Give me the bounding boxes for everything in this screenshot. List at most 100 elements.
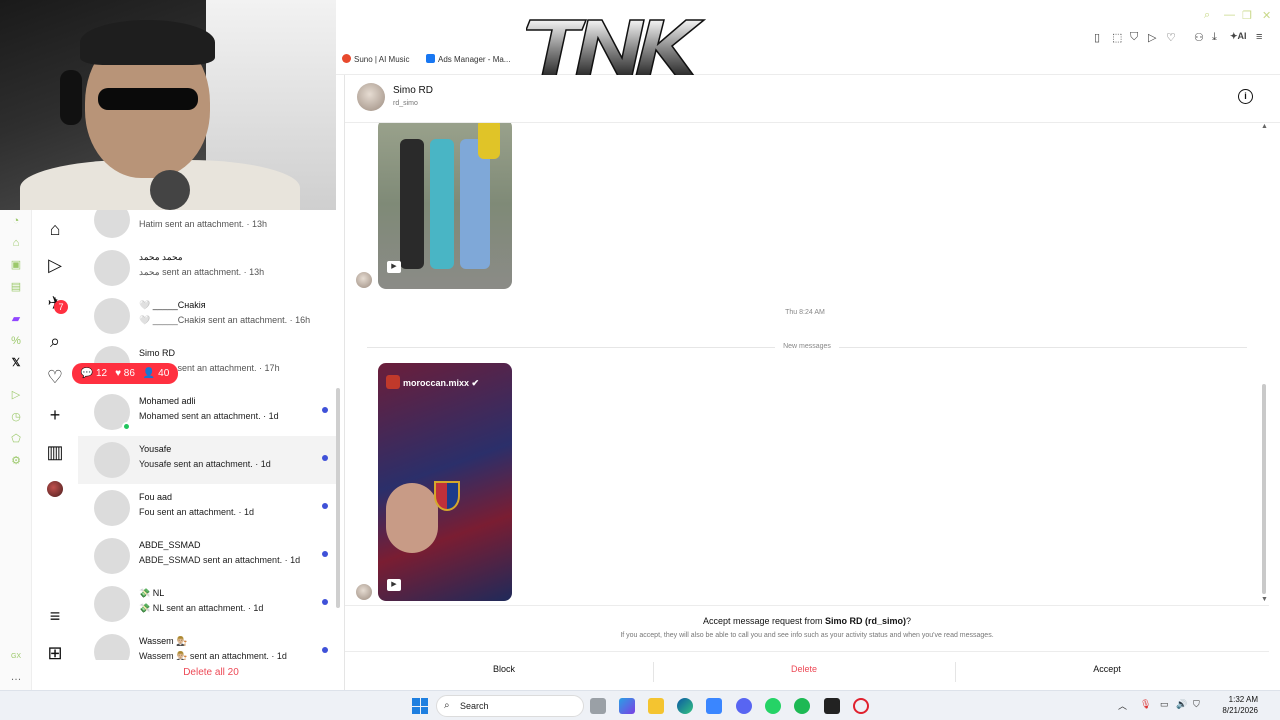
bookmark-icon[interactable]: ▯ — [1094, 31, 1100, 44]
verified-icon: ✔ — [471, 378, 480, 388]
avatar — [356, 584, 372, 600]
home-icon[interactable]: ⌂ — [44, 218, 66, 240]
profile-icon[interactable]: ⚇ — [1194, 31, 1204, 44]
tray-chevron-icon[interactable]: ︿ — [1118, 699, 1127, 712]
accept-button[interactable]: Accept — [953, 664, 1261, 674]
avatar — [94, 538, 130, 574]
ai-button[interactable]: ✦AI — [1230, 31, 1247, 42]
more-icon[interactable]: … — [9, 670, 23, 684]
store-icon[interactable] — [706, 698, 722, 714]
twitch-icon[interactable]: ▰ — [9, 312, 23, 326]
file-explorer-icon[interactable] — [648, 698, 664, 714]
discord-icon[interactable] — [736, 698, 752, 714]
reels-icon[interactable]: ▷ — [44, 254, 66, 276]
sidebar-app-icon[interactable]: ◔ — [9, 214, 23, 228]
block-button[interactable]: Block — [350, 664, 658, 674]
heart-icon[interactable]: ♡ — [1166, 31, 1176, 44]
avatar — [94, 210, 130, 238]
dashboard-icon[interactable]: ▥ — [44, 441, 66, 463]
mic-icon[interactable]: 🎙 — [1140, 699, 1151, 710]
whatsapp-icon[interactable] — [765, 698, 781, 714]
close-icon[interactable]: ✕ — [1262, 9, 1271, 22]
app-icon[interactable] — [824, 698, 840, 714]
list-item[interactable]: Fou aad Fou sent an attachment. · 1d — [78, 484, 336, 532]
scroll-up-icon[interactable]: ▲ — [1261, 123, 1268, 130]
comment-icon: 💬 — [80, 368, 96, 379]
create-plus-icon[interactable]: + — [44, 404, 66, 426]
copilot-icon[interactable] — [619, 698, 635, 714]
unread-dot — [322, 455, 328, 461]
windows-start-icon[interactable] — [412, 698, 428, 714]
list-item[interactable]: Yousafe Yousafe sent an attachment. · 1d — [78, 436, 336, 484]
chat-header: Simo RD rd_simo i — [345, 75, 1280, 123]
list-item[interactable]: Mohamed adli Mohamed sent an attachment.… — [78, 388, 336, 436]
minimize-icon[interactable]: — — [1224, 9, 1235, 21]
bookmark-suno[interactable]: Suno | AI Music — [342, 54, 409, 64]
sidebar-app-icon[interactable]: ⬠ — [9, 432, 23, 446]
reel-attachment[interactable]: moroccan.mixx ✔ ▶ — [378, 363, 512, 601]
x-icon[interactable]: 𝕏 — [9, 356, 23, 370]
request-title: Accept message request from Simo RD (rd_… — [702, 616, 912, 626]
list-scrollbar[interactable] — [336, 388, 340, 608]
volume-icon[interactable]: 🔊 — [1176, 699, 1187, 710]
menu-icon[interactable]: ≡ — [44, 605, 66, 627]
browser-sidebar: ◔ ⌂ ▣ ▤ ▰ % 𝕏 ▷ ◷ ⬠ ⚙ GX … — [0, 210, 32, 690]
sidebar-app-icon[interactable]: ⌂ — [9, 236, 23, 250]
sidebar-app-icon[interactable]: ▷ — [9, 388, 23, 402]
person-icon: 👤 — [142, 368, 159, 379]
opera-gx-icon[interactable] — [853, 698, 869, 714]
edge-icon[interactable] — [677, 698, 693, 714]
maximize-icon[interactable]: ❐ — [1242, 9, 1252, 22]
sidebar-app-icon[interactable]: ▣ — [9, 258, 23, 272]
list-item[interactable]: 💸 NL 💸 NL sent an attachment. · 1d — [78, 580, 336, 628]
list-item[interactable]: ABDE_SSMAD ABDE_SSMAD sent an attachment… — [78, 532, 336, 580]
menu-icon[interactable]: ≡ — [1256, 31, 1262, 43]
avatar — [94, 442, 130, 478]
message-request-panel: Accept message request from Simo RD (rd_… — [345, 605, 1269, 690]
video-play-icon: ▶ — [387, 261, 401, 273]
fc-barcelona-crest — [434, 481, 460, 511]
avatar — [94, 298, 130, 334]
shield-icon[interactable]: ⛉ — [1130, 31, 1138, 44]
delete-all-button[interactable]: Delete all 20 — [78, 667, 344, 678]
apps-icon[interactable]: ⊞ — [44, 642, 66, 664]
list-item[interactable]: 🤍 _____Снаkiя 🤍 _____Снаkiя sent an atta… — [78, 292, 336, 340]
follow-count: 👤 40 — [142, 368, 170, 379]
avatar — [94, 250, 130, 286]
screenshot-icon[interactable]: ⬚ — [1112, 31, 1122, 44]
chat-name[interactable]: Simo RD — [393, 85, 433, 96]
list-item[interactable]: محمد محمد محمد sent an attachment. · 13h — [78, 244, 336, 292]
shield-icon[interactable]: ⛉ — [1193, 699, 1200, 710]
list-item[interactable]: Wassem 👨🏼‍⚖️ Wassem 👨🏼‍⚖️ sent an attach… — [78, 628, 336, 660]
taskbar-clock[interactable]: 1:32 AM 8/21/2026 — [1208, 694, 1258, 716]
download-icon[interactable]: ⤓ — [1212, 31, 1217, 44]
bookmark-ads-manager[interactable]: Ads Manager - Ma... — [426, 54, 510, 64]
sidebar-app-icon[interactable]: ▤ — [9, 280, 23, 294]
delete-button[interactable]: Delete — [650, 664, 958, 674]
gx-icon[interactable]: GX — [9, 650, 23, 664]
sidebar-app-icon[interactable]: % — [9, 334, 23, 348]
settings-icon[interactable]: ⚙ — [9, 454, 23, 468]
profile-avatar[interactable] — [47, 481, 63, 497]
notifications-heart-icon[interactable]: ♡ — [44, 366, 66, 388]
search-icon[interactable]: ⌕ — [44, 330, 66, 352]
monitor-icon[interactable]: ▭ — [1160, 699, 1169, 710]
comment-count: 💬 12 — [80, 368, 108, 379]
list-item[interactable]: Hatim sent an attachment. · 13h — [78, 210, 336, 244]
taskbar-search[interactable]: ⌕ Search — [436, 695, 584, 717]
search-icon[interactable]: ⌕ — [1204, 9, 1210, 22]
meta-icon — [426, 54, 435, 63]
chat-scrollbar[interactable] — [1262, 384, 1266, 594]
heart-icon: ♥ — [115, 368, 124, 379]
unread-dot — [322, 503, 328, 509]
task-view-icon[interactable] — [590, 698, 606, 714]
spotify-icon[interactable] — [794, 698, 810, 714]
avatar[interactable] — [357, 83, 385, 111]
activity-notification[interactable]: 💬 12 ♥ 86 👤 40 — [72, 363, 178, 384]
video-attachment[interactable]: ▶ — [378, 123, 512, 289]
clock-icon[interactable]: ◷ — [9, 410, 23, 424]
play-icon[interactable]: ▷ — [1148, 31, 1156, 44]
scroll-down-icon[interactable]: ▼ — [1261, 596, 1268, 603]
avatar — [94, 586, 130, 622]
info-icon[interactable]: i — [1238, 89, 1253, 104]
